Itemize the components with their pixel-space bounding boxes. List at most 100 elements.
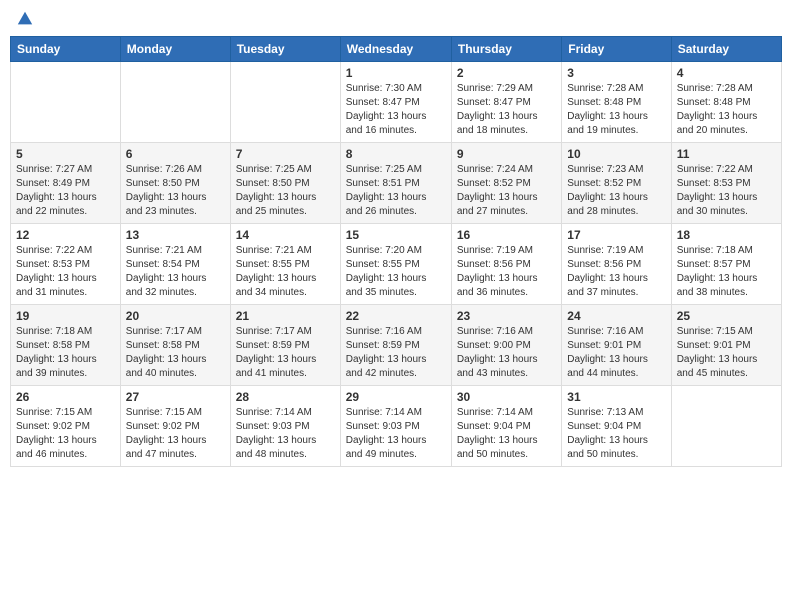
day-number: 15: [346, 228, 446, 242]
day-of-week-header: Tuesday: [230, 37, 340, 62]
day-number: 8: [346, 147, 446, 161]
calendar-cell: 6Sunrise: 7:26 AM Sunset: 8:50 PM Daylig…: [120, 143, 230, 224]
calendar-cell: 15 Sunrise: 7:20 AM Sunset: 8:55 PM Dayli…: [340, 224, 451, 305]
logo: [14, 10, 34, 28]
calendar-week-row: 5 Sunrise: 7:27 AM Sunset: 8:49 PM Daylig…: [11, 143, 782, 224]
calendar-cell: 21 Sunrise: 7:17 AM Sunset: 8:59 PM Dayli…: [230, 305, 340, 386]
day-number: 16: [457, 228, 556, 242]
calendar-cell: 31 Sunrise: 7:13 AM Sunset: 9:04 PM Dayli…: [562, 386, 671, 467]
calendar-cell: 11 Sunrise: 7:22 AM Sunset: 8:53 PM Dayli…: [671, 143, 781, 224]
day-number: 26: [16, 390, 115, 404]
calendar-cell: 7 Sunrise: 7:25 AM Sunset: 8:50 PM Daylig…: [230, 143, 340, 224]
day-detail: Sunrise: 7:17 AM Sunset: 8:58 PM Dayligh…: [126, 325, 225, 381]
calendar-cell: 1 Sunrise: 7:30 AM Sunset: 8:47 PM Daylig…: [340, 62, 451, 143]
day-detail: Sunrise: 7:19 AM Sunset: 8:56 PM Dayligh…: [457, 244, 556, 300]
day-number: 29: [346, 390, 446, 404]
calendar-cell: [671, 386, 781, 467]
day-detail: Sunrise: 7:28 AM Sunset: 8:48 PM Dayligh…: [677, 82, 776, 138]
day-number: 17: [567, 228, 665, 242]
day-detail: Sunrise: 7:29 AM Sunset: 8:47 PM Dayligh…: [457, 82, 556, 138]
day-detail: Sunrise: 7:14 AM Sunset: 9:03 PM Dayligh…: [346, 406, 446, 462]
calendar: SundayMondayTuesdayWednesdayThursdayFrid…: [10, 36, 782, 467]
calendar-cell: 3 Sunrise: 7:28 AM Sunset: 8:48 PM Daylig…: [562, 62, 671, 143]
calendar-cell: 25 Sunrise: 7:15 AM Sunset: 9:01 PM Dayli…: [671, 305, 781, 386]
day-of-week-header: Wednesday: [340, 37, 451, 62]
day-detail: Sunrise: 7:15 AM Sunset: 9:02 PM Dayligh…: [126, 406, 225, 462]
day-of-week-header: Friday: [562, 37, 671, 62]
day-detail: Sunrise: 7:16 AM Sunset: 8:59 PM Dayligh…: [346, 325, 446, 381]
day-detail: Sunrise: 7:24 AM Sunset: 8:52 PM Dayligh…: [457, 163, 556, 219]
calendar-week-row: 26 Sunrise: 7:15 AM Sunset: 9:02 PM Dayli…: [11, 386, 782, 467]
day-number: 13: [126, 228, 225, 242]
day-detail: Sunrise: 7:23 AM Sunset: 8:52 PM Dayligh…: [567, 163, 665, 219]
day-of-week-header: Thursday: [451, 37, 561, 62]
day-number: 9: [457, 147, 556, 161]
calendar-cell: [230, 62, 340, 143]
day-detail: Sunrise: 7:22 AM Sunset: 8:53 PM Dayligh…: [677, 163, 776, 219]
day-number: 7: [236, 147, 335, 161]
day-detail: Sunrise: 7:17 AM Sunset: 8:59 PM Dayligh…: [236, 325, 335, 381]
day-detail: Sunrise: 7:13 AM Sunset: 9:04 PM Dayligh…: [567, 406, 665, 462]
calendar-week-row: 12 Sunrise: 7:22 AM Sunset: 8:53 PM Dayli…: [11, 224, 782, 305]
calendar-cell: 10 Sunrise: 7:23 AM Sunset: 8:52 PM Dayli…: [562, 143, 671, 224]
day-detail: Sunrise: 7:28 AM Sunset: 8:48 PM Dayligh…: [567, 82, 665, 138]
day-number: 22: [346, 309, 446, 323]
logo-icon: [16, 10, 34, 28]
day-detail: Sunrise: 7:18 AM Sunset: 8:57 PM Dayligh…: [677, 244, 776, 300]
calendar-cell: 28Sunrise: 7:14 AM Sunset: 9:03 PM Dayli…: [230, 386, 340, 467]
calendar-week-row: 19 Sunrise: 7:18 AM Sunset: 8:58 PM Dayli…: [11, 305, 782, 386]
day-detail: Sunrise: 7:14 AM Sunset: 9:03 PM Dayligh…: [236, 406, 335, 462]
day-number: 10: [567, 147, 665, 161]
day-number: 4: [677, 66, 776, 80]
day-number: 1: [346, 66, 446, 80]
day-detail: Sunrise: 7:30 AM Sunset: 8:47 PM Dayligh…: [346, 82, 446, 138]
day-number: 12: [16, 228, 115, 242]
day-detail: Sunrise: 7:22 AM Sunset: 8:53 PM Dayligh…: [16, 244, 115, 300]
day-detail: Sunrise: 7:25 AM Sunset: 8:50 PM Dayligh…: [236, 163, 335, 219]
day-number: 18: [677, 228, 776, 242]
calendar-cell: 26 Sunrise: 7:15 AM Sunset: 9:02 PM Dayli…: [11, 386, 121, 467]
day-number: 5: [16, 147, 115, 161]
day-number: 25: [677, 309, 776, 323]
day-detail: Sunrise: 7:27 AM Sunset: 8:49 PM Dayligh…: [16, 163, 115, 219]
calendar-header-row: SundayMondayTuesdayWednesdayThursdayFrid…: [11, 37, 782, 62]
day-detail: Sunrise: 7:21 AM Sunset: 8:55 PM Dayligh…: [236, 244, 335, 300]
day-of-week-header: Saturday: [671, 37, 781, 62]
calendar-cell: [120, 62, 230, 143]
day-of-week-header: Sunday: [11, 37, 121, 62]
calendar-cell: 9 Sunrise: 7:24 AM Sunset: 8:52 PM Daylig…: [451, 143, 561, 224]
day-number: 6: [126, 147, 225, 161]
day-number: 27: [126, 390, 225, 404]
calendar-cell: 4 Sunrise: 7:28 AM Sunset: 8:48 PM Daylig…: [671, 62, 781, 143]
calendar-cell: 30 Sunrise: 7:14 AM Sunset: 9:04 PM Dayli…: [451, 386, 561, 467]
day-number: 11: [677, 147, 776, 161]
calendar-cell: 20 Sunrise: 7:17 AM Sunset: 8:58 PM Dayli…: [120, 305, 230, 386]
day-detail: Sunrise: 7:16 AM Sunset: 9:00 PM Dayligh…: [457, 325, 556, 381]
calendar-cell: 18 Sunrise: 7:18 AM Sunset: 8:57 PM Dayli…: [671, 224, 781, 305]
calendar-cell: 16 Sunrise: 7:19 AM Sunset: 8:56 PM Dayli…: [451, 224, 561, 305]
calendar-cell: 27 Sunrise: 7:15 AM Sunset: 9:02 PM Dayli…: [120, 386, 230, 467]
day-detail: Sunrise: 7:14 AM Sunset: 9:04 PM Dayligh…: [457, 406, 556, 462]
calendar-cell: 19 Sunrise: 7:18 AM Sunset: 8:58 PM Dayli…: [11, 305, 121, 386]
day-of-week-header: Monday: [120, 37, 230, 62]
calendar-cell: [11, 62, 121, 143]
page-header: [10, 10, 782, 28]
calendar-cell: 22 Sunrise: 7:16 AM Sunset: 8:59 PM Dayli…: [340, 305, 451, 386]
day-number: 2: [457, 66, 556, 80]
day-detail: Sunrise: 7:20 AM Sunset: 8:55 PM Dayligh…: [346, 244, 446, 300]
calendar-cell: 23 Sunrise: 7:16 AM Sunset: 9:00 PM Dayli…: [451, 305, 561, 386]
day-number: 21: [236, 309, 335, 323]
day-detail: Sunrise: 7:15 AM Sunset: 9:01 PM Dayligh…: [677, 325, 776, 381]
day-detail: Sunrise: 7:16 AM Sunset: 9:01 PM Dayligh…: [567, 325, 665, 381]
day-detail: Sunrise: 7:18 AM Sunset: 8:58 PM Dayligh…: [16, 325, 115, 381]
calendar-cell: 14Sunrise: 7:21 AM Sunset: 8:55 PM Dayli…: [230, 224, 340, 305]
day-number: 31: [567, 390, 665, 404]
day-number: 23: [457, 309, 556, 323]
calendar-cell: 2 Sunrise: 7:29 AM Sunset: 8:47 PM Daylig…: [451, 62, 561, 143]
day-number: 20: [126, 309, 225, 323]
day-detail: Sunrise: 7:19 AM Sunset: 8:56 PM Dayligh…: [567, 244, 665, 300]
day-number: 3: [567, 66, 665, 80]
day-number: 30: [457, 390, 556, 404]
day-detail: Sunrise: 7:15 AM Sunset: 9:02 PM Dayligh…: [16, 406, 115, 462]
day-number: 19: [16, 309, 115, 323]
